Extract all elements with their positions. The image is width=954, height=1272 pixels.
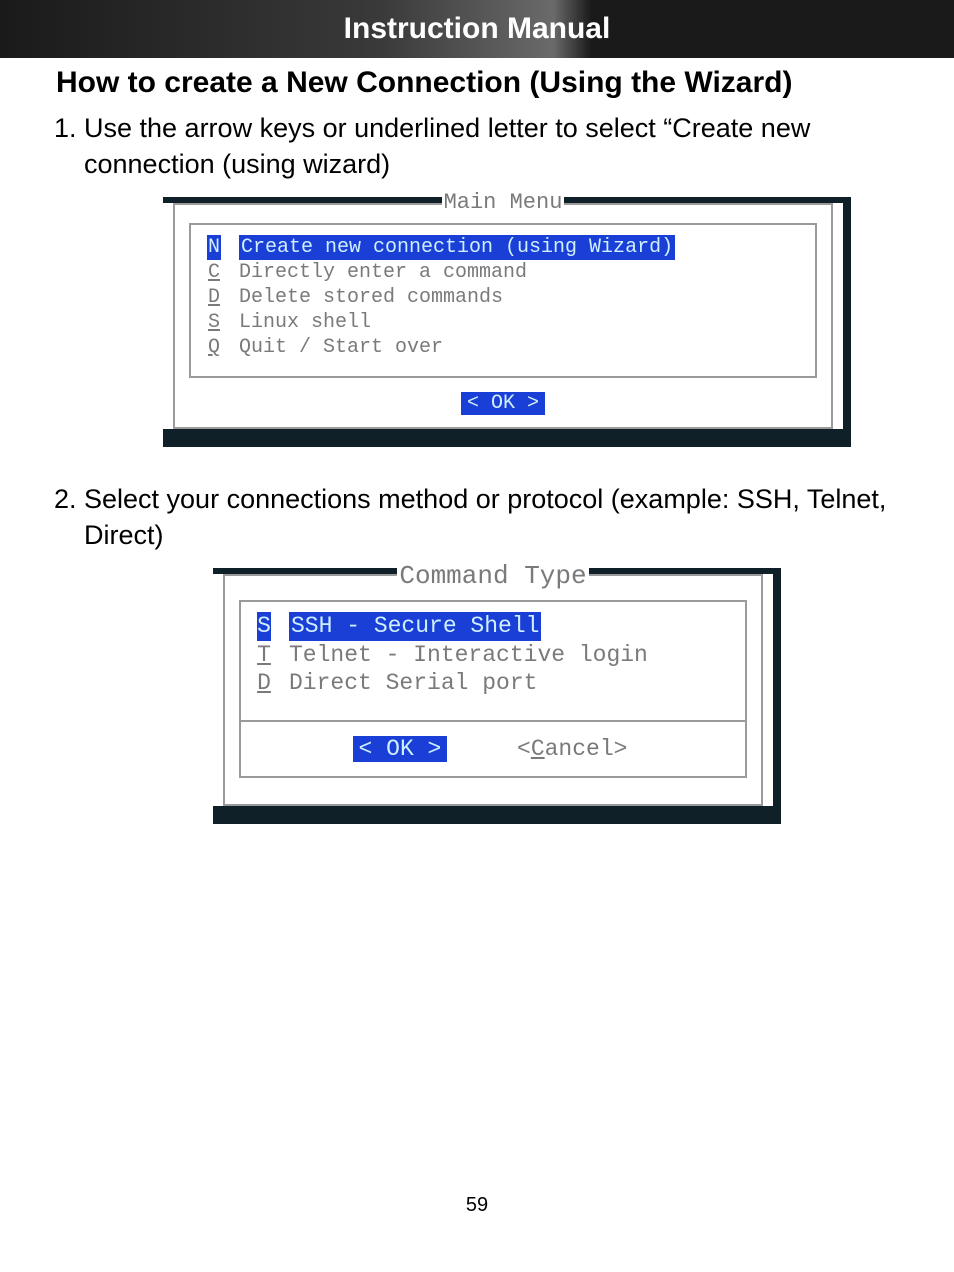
step-1: Use the arrow keys or underlined letter … xyxy=(84,110,898,183)
command-type-title: Command Type xyxy=(397,561,588,591)
main-menu-item-shell[interactable]: S Linux shell xyxy=(207,310,799,335)
command-type-item-label: Telnet - Interactive login xyxy=(289,641,648,670)
main-menu-item-delete[interactable]: D Delete stored commands xyxy=(207,285,799,310)
main-menu-item-label: Directly enter a command xyxy=(239,260,527,285)
step-2: Select your connections method or protoc… xyxy=(84,481,898,554)
hotkey-t: T xyxy=(257,641,271,670)
command-type-item-direct[interactable]: D Direct Serial port xyxy=(257,669,729,698)
hotkey-d: D xyxy=(207,285,221,310)
main-menu-item-create[interactable]: N Create new connection (using Wizard) xyxy=(207,235,799,260)
main-menu-item-command[interactable]: C Directly enter a command xyxy=(207,260,799,285)
command-type-item-label: SSH - Secure Shell xyxy=(289,612,541,641)
command-type-list: S SSH - Secure Shell T Telnet - Interact… xyxy=(239,600,747,720)
header-title: Instruction Manual xyxy=(344,12,611,45)
main-menu-item-quit[interactable]: Q Quit / Start over xyxy=(207,335,799,360)
steps-list: Use the arrow keys or underlined letter … xyxy=(56,110,898,183)
hotkey-c: C xyxy=(207,260,221,285)
command-type-item-label: Direct Serial port xyxy=(289,669,537,698)
main-menu-item-label: Linux shell xyxy=(239,310,371,335)
main-menu-screenshot: Main Menu N Create new connection (using… xyxy=(56,197,898,447)
main-menu-dialog: Main Menu N Create new connection (using… xyxy=(163,203,843,429)
hotkey-s: S xyxy=(257,612,271,641)
ok-button[interactable]: < OK > xyxy=(353,736,448,762)
main-menu-item-label: Create new connection (using Wizard) xyxy=(239,235,675,260)
header-bar: Instruction Manual xyxy=(0,0,954,58)
main-menu-item-label: Delete stored commands xyxy=(239,285,503,310)
ok-button[interactable]: < OK > xyxy=(461,392,545,415)
command-type-dialog: Command Type S SSH - Secure Shell T Teln… xyxy=(213,574,773,806)
section-title: How to create a New Connection (Using th… xyxy=(56,66,898,100)
main-menu-list: N Create new connection (using Wizard) C… xyxy=(189,223,817,378)
hotkey-s: S xyxy=(207,310,221,335)
command-type-item-ssh[interactable]: S SSH - Secure Shell xyxy=(257,612,729,641)
page-number: 59 xyxy=(0,1194,954,1237)
hotkey-n: N xyxy=(207,235,221,260)
steps-list-2: Select your connections method or protoc… xyxy=(56,481,898,554)
page-content: How to create a New Connection (Using th… xyxy=(0,58,954,824)
main-menu-title: Main Menu xyxy=(442,190,565,215)
hotkey-d: D xyxy=(257,669,271,698)
main-menu-item-label: Quit / Start over xyxy=(239,335,443,360)
cancel-button[interactable]: <Cancel> xyxy=(511,736,633,762)
command-type-item-telnet[interactable]: T Telnet - Interactive login xyxy=(257,641,729,670)
command-type-screenshot: Command Type S SSH - Secure Shell T Teln… xyxy=(56,568,898,824)
hotkey-q: Q xyxy=(207,335,221,360)
